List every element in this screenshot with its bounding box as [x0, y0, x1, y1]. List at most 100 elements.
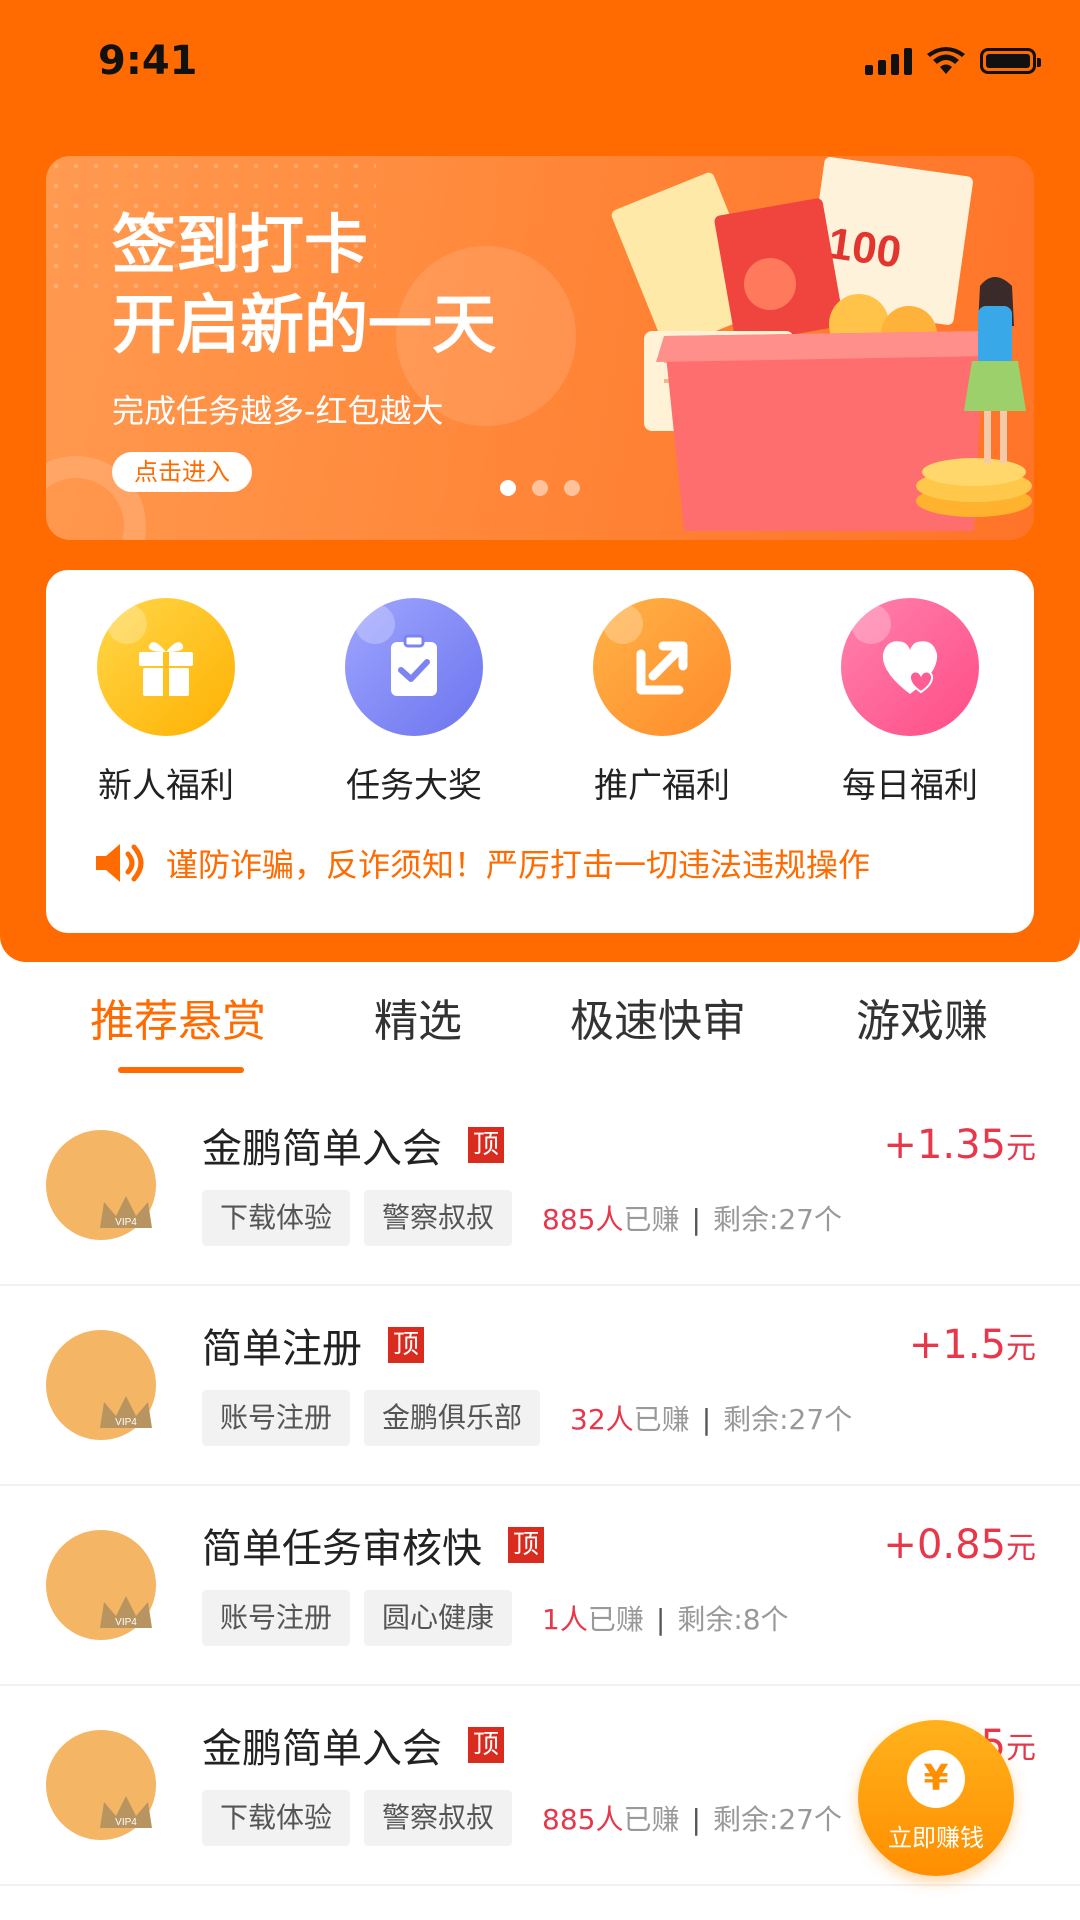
- reward-amount: +1.35: [883, 1122, 1006, 1168]
- task-title-text: 简单注册: [202, 1326, 362, 1372]
- reward-amount: +1.5: [908, 1322, 1006, 1368]
- pin-badge: 顶: [508, 1527, 544, 1563]
- quick-link-daily[interactable]: 每日福利: [810, 598, 1010, 807]
- stats-divider: |: [691, 1803, 701, 1836]
- task-title-text: 金鹏简单入会: [202, 1726, 442, 1772]
- gift-icon: [97, 598, 235, 736]
- earn-now-button[interactable]: ¥ 立即赚钱: [858, 1720, 1014, 1876]
- earned-suffix: 已赚: [587, 1603, 644, 1636]
- task-tag: 账号注册: [202, 1390, 351, 1446]
- battery-icon: [980, 48, 1041, 74]
- task-stats: 32人已赚 | 剩余:27个: [570, 1398, 852, 1438]
- reward-amount: +0.85: [883, 1522, 1006, 1568]
- quick-link-task-prize[interactable]: 任务大奖: [314, 598, 514, 807]
- task-meta: 账号注册 金鹏俱乐部 32人已赚 | 剩余:27个: [202, 1390, 852, 1446]
- quick-link-label: 每日福利: [842, 766, 978, 806]
- status-icons: [865, 46, 1041, 76]
- svg-text:VIP4: VIP4: [115, 1417, 137, 1428]
- status-bar: 9:41: [0, 0, 1080, 130]
- remaining-count: 剩余:27个: [712, 1203, 843, 1236]
- tab-recommended[interactable]: 推荐悬赏: [90, 985, 266, 1049]
- earned-count: 1人: [542, 1603, 588, 1636]
- notice-text: 谨防诈骗，反诈须知！严厉打击一切违法违规操作: [166, 846, 871, 884]
- task-row[interactable]: VIP4 简单注册 顶 +1.5元 账号注册 金鹏俱乐部 32人已赚 | 剩余:27…: [0, 1286, 1080, 1486]
- svg-text:VIP4: VIP4: [115, 1817, 137, 1828]
- earned-count: 885人: [542, 1803, 624, 1836]
- task-meta: 下载体验 警察叔叔 885人已赚 | 剩余:27个: [202, 1790, 842, 1846]
- task-title: 金鹏简单入会 顶: [202, 1716, 504, 1774]
- gift-box-illustration: 100: [611, 157, 1032, 531]
- banner-page-dot[interactable]: [532, 480, 548, 496]
- share-arrow-icon: [593, 598, 731, 736]
- status-time: 9:41: [98, 38, 198, 84]
- reward-unit: 元: [1006, 1331, 1036, 1366]
- banner-title-line2: 开启新的一天: [112, 289, 496, 363]
- earned-suffix: 已赚: [633, 1403, 690, 1436]
- stats-divider: |: [655, 1603, 666, 1636]
- banner-title-line1: 签到打卡: [112, 209, 368, 283]
- quick-link-label: 新人福利: [98, 766, 234, 806]
- svg-text:VIP4: VIP4: [115, 1217, 137, 1228]
- task-tag: 下载体验: [202, 1790, 351, 1846]
- reward-unit: 元: [1006, 1731, 1036, 1766]
- tab-fast-review[interactable]: 极速快审: [570, 985, 746, 1049]
- task-stats: 885人已赚 | 剩余:27个: [542, 1198, 842, 1238]
- task-title: 简单注册 顶: [202, 1316, 424, 1374]
- banner-page-dot[interactable]: [500, 480, 516, 496]
- vip-crown-icon: VIP4: [100, 1396, 152, 1428]
- task-tag: 下载体验: [202, 1190, 351, 1246]
- task-title: 金鹏简单入会 顶: [202, 1116, 504, 1174]
- yen-coin-icon: ¥: [907, 1750, 965, 1808]
- wifi-icon: [927, 47, 965, 74]
- task-stats: 1人已赚 | 剩余:8个: [542, 1598, 789, 1638]
- tab-game-earn[interactable]: 游戏赚: [856, 985, 988, 1049]
- quick-links-card: 新人福利 任务大奖 推广福利 每日福利 谨防诈骗，反诈须知！严厉打击一切违法违规…: [46, 570, 1034, 933]
- task-tabs: 推荐悬赏 精选 极速快审 游戏赚: [0, 985, 1080, 1075]
- quick-link-label: 任务大奖: [346, 766, 482, 806]
- clipboard-check-icon: [345, 598, 483, 736]
- stats-divider: |: [701, 1403, 712, 1436]
- tab-active-indicator: [118, 1067, 244, 1073]
- pin-badge: 顶: [468, 1727, 504, 1763]
- task-meta: 下载体验 警察叔叔 885人已赚 | 剩余:27个: [202, 1190, 842, 1246]
- tab-featured[interactable]: 精选: [374, 985, 462, 1049]
- vip-crown-icon: VIP4: [100, 1796, 152, 1828]
- task-row[interactable]: VIP4 简单任务审核快 顶 +0.85元 账号注册 圆心健康 1人已赚 | 剩余:…: [0, 1486, 1080, 1686]
- remaining-count: 剩余:27个: [723, 1403, 853, 1436]
- notice-bar[interactable]: 谨防诈骗，反诈须知！严厉打击一切违法违规操作: [94, 840, 870, 886]
- task-title-text: 金鹏简单入会: [202, 1126, 442, 1172]
- task-stats: 885人已赚 | 剩余:27个: [542, 1798, 842, 1838]
- remaining-count: 剩余:8个: [677, 1603, 789, 1636]
- heart-icon: [841, 598, 979, 736]
- vip-crown-icon: VIP4: [100, 1196, 152, 1228]
- banner-title: 签到打卡 开启新的一天: [112, 206, 496, 366]
- cellular-signal-icon: [865, 47, 912, 75]
- pin-badge: 顶: [468, 1127, 504, 1163]
- pin-badge: 顶: [388, 1327, 424, 1363]
- task-meta: 账号注册 圆心健康 1人已赚 | 剩余:8个: [202, 1590, 789, 1646]
- task-tag: 账号注册: [202, 1590, 351, 1646]
- earned-suffix: 已赚: [623, 1203, 680, 1236]
- svg-text:VIP4: VIP4: [115, 1617, 137, 1628]
- earned-count: 885人: [542, 1203, 624, 1236]
- banner-enter-button[interactable]: 点击进入: [112, 452, 252, 492]
- task-tag: 警察叔叔: [364, 1790, 513, 1846]
- quick-link-promotion[interactable]: 推广福利: [562, 598, 762, 807]
- task-reward: +0.85元: [883, 1522, 1036, 1568]
- speaker-icon: [96, 844, 144, 882]
- promo-banner[interactable]: 签到打卡 开启新的一天 完成任务越多-红包越大 点击进入 100: [46, 156, 1034, 540]
- earned-count: 32人: [570, 1403, 634, 1436]
- reward-unit: 元: [1006, 1531, 1036, 1566]
- task-tag: 警察叔叔: [364, 1190, 513, 1246]
- quick-link-new-user[interactable]: 新人福利: [66, 598, 266, 807]
- task-reward: +1.35元: [883, 1122, 1036, 1168]
- remaining-count: 剩余:27个: [712, 1803, 843, 1836]
- task-row[interactable]: VIP4 金鹏简单入会 顶 +1.35元 下载体验 警察叔叔 885人已赚 | 剩余…: [0, 1086, 1080, 1286]
- quick-link-label: 推广福利: [594, 766, 730, 806]
- task-title-text: 简单任务审核快: [202, 1526, 482, 1572]
- task-tag: 圆心健康: [364, 1590, 513, 1646]
- vip-crown-icon: VIP4: [100, 1596, 152, 1628]
- task-title: 简单任务审核快 顶: [202, 1516, 544, 1574]
- task-tag: 金鹏俱乐部: [364, 1390, 541, 1446]
- task-reward: +1.5元: [909, 1322, 1036, 1368]
